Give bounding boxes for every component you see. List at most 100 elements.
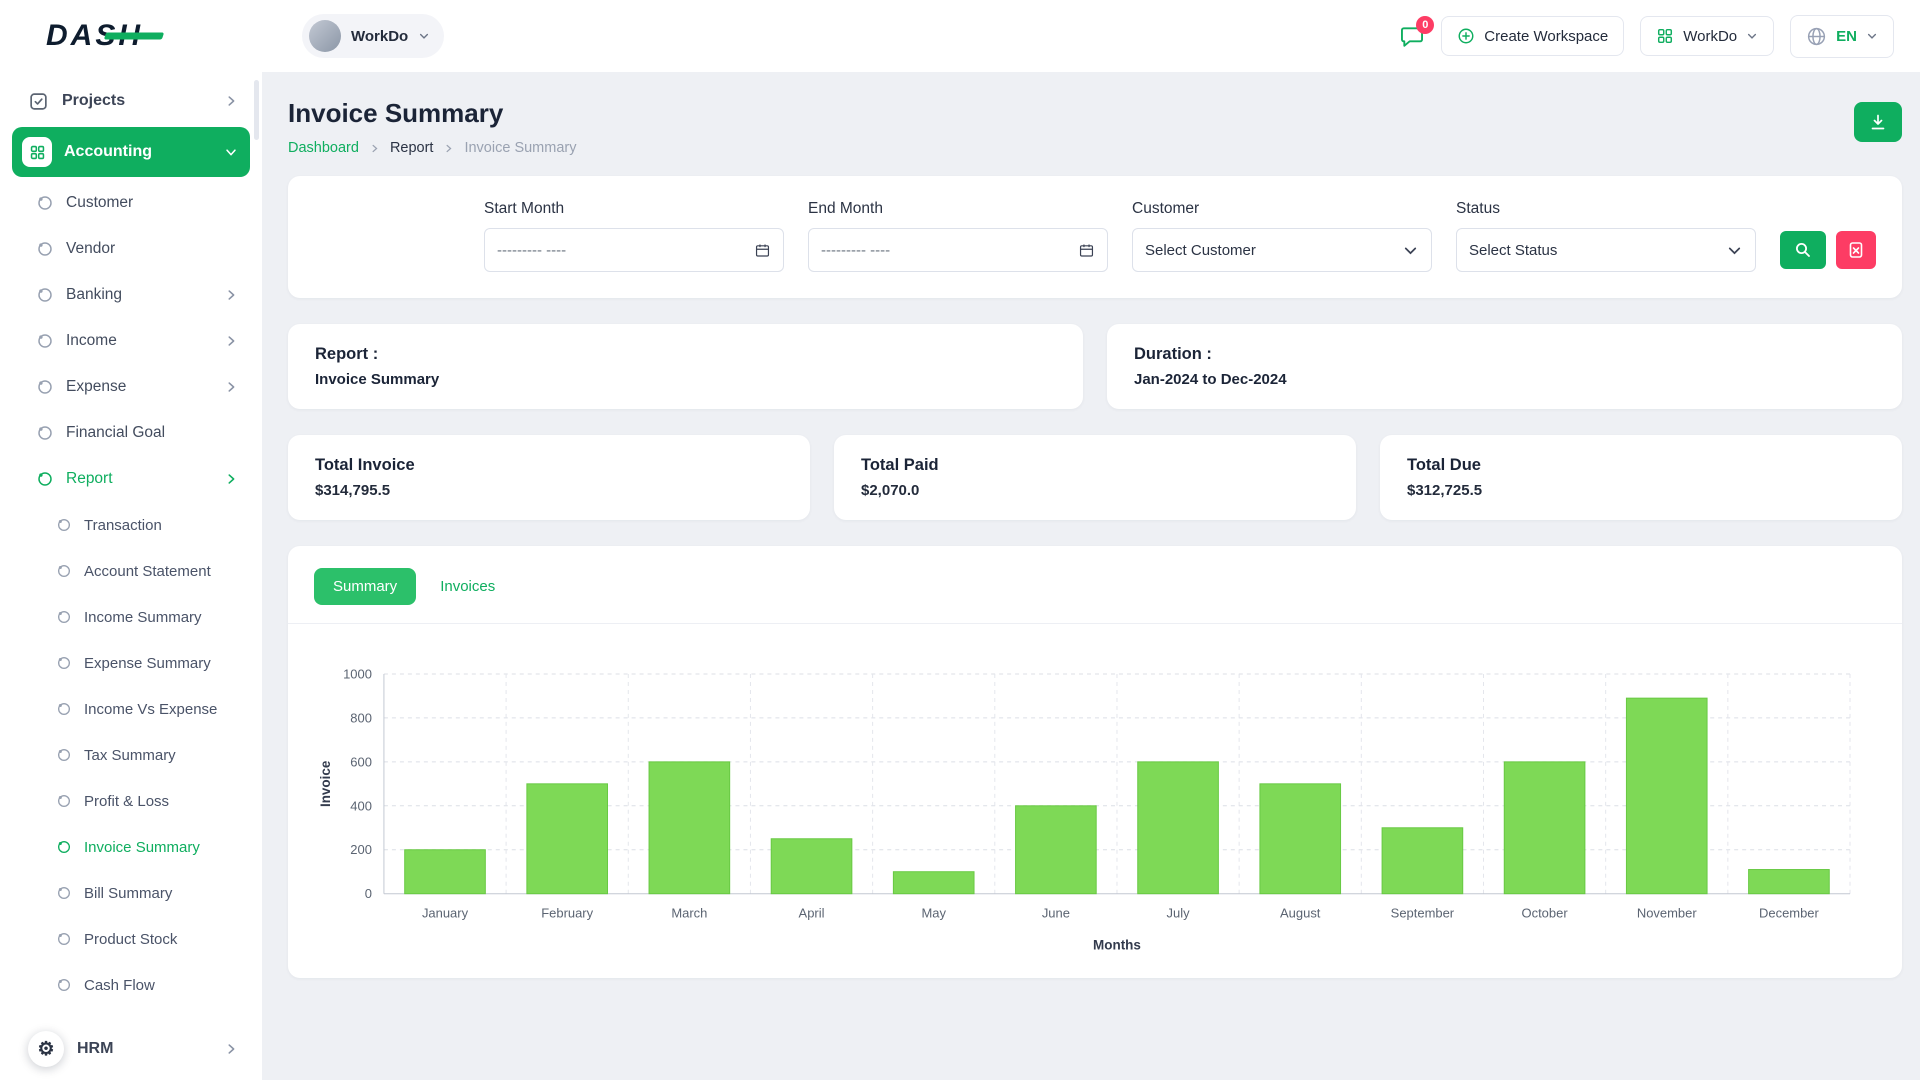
report-label: Report : bbox=[315, 345, 1056, 364]
clear-filter-icon bbox=[1847, 241, 1865, 259]
svg-text:June: June bbox=[1042, 906, 1070, 921]
chevron-right-icon bbox=[224, 380, 238, 394]
sidebar-item-invoice-summary[interactable]: Invoice Summary bbox=[12, 824, 250, 870]
svg-text:August: August bbox=[1280, 906, 1321, 921]
sidebar-item-account-statement[interactable]: Account Statement bbox=[12, 548, 250, 594]
sidebar-item-product-stock[interactable]: Product Stock bbox=[12, 916, 250, 962]
sidebar-item-income-vs-expense[interactable]: Income Vs Expense bbox=[12, 686, 250, 732]
sidebar-item-income[interactable]: Income bbox=[12, 318, 250, 364]
total-invoice-label: Total Invoice bbox=[315, 456, 783, 475]
download-button[interactable] bbox=[1854, 102, 1902, 142]
bullet-circle-icon bbox=[36, 240, 54, 258]
bullet-circle-icon bbox=[36, 470, 54, 488]
start-month-input[interactable] bbox=[484, 228, 784, 272]
settings-gear-icon[interactable]: ⚙ bbox=[28, 1031, 64, 1067]
bullet-circle-icon bbox=[56, 931, 72, 947]
start-month-label: Start Month bbox=[484, 200, 784, 218]
svg-text:March: March bbox=[671, 906, 707, 921]
sidebar-item-cash-flow[interactable]: Cash Flow bbox=[12, 962, 250, 1008]
language-label: EN bbox=[1836, 28, 1857, 45]
sidebar-item-customer[interactable]: Customer bbox=[12, 180, 250, 226]
svg-text:400: 400 bbox=[350, 798, 372, 813]
sidebar-scrollbar[interactable] bbox=[254, 80, 259, 140]
language-selector[interactable]: EN bbox=[1790, 15, 1894, 58]
plus-circle-icon bbox=[1457, 27, 1475, 45]
end-month-label: End Month bbox=[808, 200, 1108, 218]
bullet-circle-icon bbox=[56, 655, 72, 671]
sidebar-item-profit-loss[interactable]: Profit & Loss bbox=[12, 778, 250, 824]
calendar-icon bbox=[754, 242, 771, 259]
breadcrumb-report[interactable]: Report bbox=[390, 140, 434, 156]
svg-text:May: May bbox=[921, 906, 946, 921]
sidebar-item-vendor[interactable]: Vendor bbox=[12, 226, 250, 272]
breadcrumb-current: Invoice Summary bbox=[464, 140, 576, 156]
chevron-down-icon bbox=[1402, 242, 1419, 259]
bullet-circle-icon bbox=[56, 609, 72, 625]
status-label: Status bbox=[1456, 200, 1756, 218]
sidebar-item-financial-goal[interactable]: Financial Goal bbox=[12, 410, 250, 456]
workspace-menu-button[interactable]: WorkDo bbox=[1640, 16, 1774, 56]
end-month-field[interactable] bbox=[821, 242, 1070, 259]
workspace-name: WorkDo bbox=[351, 28, 408, 45]
apply-filter-button[interactable] bbox=[1780, 231, 1826, 269]
bullet-circle-icon bbox=[56, 839, 72, 855]
reset-filter-button[interactable] bbox=[1836, 231, 1876, 269]
sidebar-item-accounting[interactable]: Accounting bbox=[12, 127, 250, 177]
breadcrumb-dashboard[interactable]: Dashboard bbox=[288, 140, 359, 156]
sidebar-item-hrm[interactable]: ⚙HRM bbox=[12, 1026, 250, 1072]
chevron-down-icon bbox=[418, 30, 430, 42]
workspace-switcher[interactable]: WorkDo bbox=[302, 14, 444, 58]
bullet-circle-icon bbox=[56, 747, 72, 763]
status-select[interactable]: Select Status bbox=[1456, 228, 1756, 272]
start-month-field[interactable] bbox=[497, 242, 746, 259]
report-summary-card: Report : Invoice Summary bbox=[288, 324, 1083, 409]
bullet-circle-icon bbox=[56, 977, 72, 993]
chart-tabs: Summary Invoices bbox=[288, 568, 1902, 624]
chart-card: Summary Invoices 02004006008001000Januar… bbox=[288, 546, 1902, 978]
svg-text:1000: 1000 bbox=[343, 666, 372, 681]
duration-value: Jan-2024 to Dec-2024 bbox=[1134, 371, 1875, 388]
status-select-value: Select Status bbox=[1469, 242, 1557, 259]
messages-button[interactable]: 0 bbox=[1399, 23, 1425, 49]
sidebar-item-transaction[interactable]: Transaction bbox=[12, 502, 250, 548]
sidebar-item-projects[interactable]: Projects bbox=[12, 78, 250, 124]
sidebar-item-expense-summary[interactable]: Expense Summary bbox=[12, 640, 250, 686]
tab-invoices[interactable]: Invoices bbox=[428, 568, 507, 605]
bullet-circle-icon bbox=[36, 286, 54, 304]
check-square-icon bbox=[28, 91, 49, 112]
chart-area: 02004006008001000JanuaryFebruaryMarchApr… bbox=[288, 624, 1902, 962]
customer-label: Customer bbox=[1132, 200, 1432, 218]
svg-text:Invoice: Invoice bbox=[318, 760, 333, 807]
svg-text:December: December bbox=[1759, 906, 1820, 921]
sidebar-item-bill-summary[interactable]: Bill Summary bbox=[12, 870, 250, 916]
tab-summary[interactable]: Summary bbox=[314, 568, 416, 605]
sidebar-item-tax-summary[interactable]: Tax Summary bbox=[12, 732, 250, 778]
create-workspace-button[interactable]: Create Workspace bbox=[1441, 16, 1624, 56]
search-icon bbox=[1794, 241, 1812, 259]
sidebar-item-expense[interactable]: Expense bbox=[12, 364, 250, 410]
download-icon bbox=[1868, 112, 1888, 132]
app-logo[interactable]: DASH bbox=[46, 19, 143, 53]
duration-card: Duration : Jan-2024 to Dec-2024 bbox=[1107, 324, 1902, 409]
svg-text:600: 600 bbox=[350, 754, 372, 769]
bullet-circle-icon bbox=[56, 517, 72, 533]
chevron-right-icon bbox=[224, 288, 238, 302]
bullet-circle-icon bbox=[36, 194, 54, 212]
end-month-input[interactable] bbox=[808, 228, 1108, 272]
customer-select[interactable]: Select Customer bbox=[1132, 228, 1432, 272]
bar-chart-canvas[interactable]: 02004006008001000JanuaryFebruaryMarchApr… bbox=[314, 658, 1876, 958]
create-workspace-label: Create Workspace bbox=[1484, 28, 1608, 45]
total-paid-value: $2,070.0 bbox=[861, 482, 1329, 499]
chevron-right-icon bbox=[369, 143, 380, 154]
svg-text:Months: Months bbox=[1093, 938, 1141, 953]
sidebar-item-income-summary[interactable]: Income Summary bbox=[12, 594, 250, 640]
total-invoice-value: $314,795.5 bbox=[315, 482, 783, 499]
filter-bar: Start Month End Month Customer Select Cu… bbox=[288, 176, 1902, 298]
main-content: Invoice Summary Dashboard Report Invoice… bbox=[262, 72, 1920, 1080]
sidebar-item-banking[interactable]: Banking bbox=[12, 272, 250, 318]
sidebar-item-report[interactable]: Report bbox=[12, 456, 250, 502]
total-due-label: Total Due bbox=[1407, 456, 1875, 475]
duration-label: Duration : bbox=[1134, 345, 1875, 364]
svg-text:200: 200 bbox=[350, 842, 372, 857]
chevron-right-icon bbox=[224, 94, 238, 108]
